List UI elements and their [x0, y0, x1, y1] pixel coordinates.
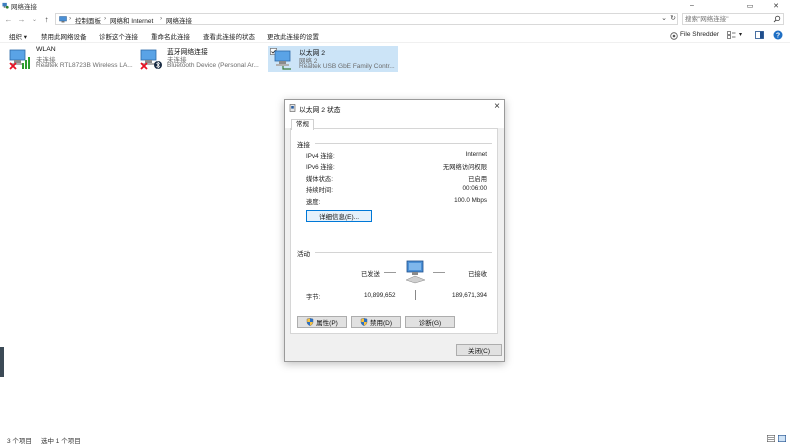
disable-label: 禁用(D) — [369, 320, 393, 327]
speed-value: 100.0 Mbps — [454, 197, 487, 204]
close-window-button[interactable]: ✕ — [762, 0, 790, 11]
breadcrumb-network-internet[interactable]: 网络和 Internet — [110, 15, 153, 25]
view-options-dropdown[interactable]: ▾ — [739, 31, 742, 38]
group-divider — [315, 143, 492, 144]
disable-device-button[interactable]: 禁用此网络设备 — [41, 31, 87, 41]
connection-device: Realtek RTL8723B Wireless LA... — [36, 62, 133, 69]
ipv4-label: IPv4 连接: — [306, 153, 335, 160]
view-status-button[interactable]: 查看此连接的状态 — [203, 31, 255, 41]
large-icons-view-icon[interactable] — [778, 435, 786, 442]
rename-connection-button[interactable]: 重命名此连接 — [151, 31, 190, 41]
shield-icon — [360, 318, 368, 326]
search-icon[interactable] — [773, 15, 781, 23]
file-shredder-button[interactable]: File Shredder — [680, 31, 719, 38]
ethernet-status-dialog: 以太网 2 状态 × 常规 连接 IPv4 连接: Internet IPv6 … — [284, 99, 505, 362]
properties-label: 属性(P) — [316, 320, 338, 327]
bytes-label: 字节: — [306, 294, 321, 301]
bluetooth-adapter-icon — [140, 49, 162, 70]
general-tab-panel: 连接 IPv4 连接: Internet IPv6 连接: 无网络访问权限 媒体… — [290, 128, 498, 334]
window-title: 网络连接 — [11, 4, 37, 11]
ipv4-value: Internet — [465, 151, 487, 158]
received-label: 已接收 — [468, 271, 487, 278]
refresh-icon[interactable]: ↻ — [670, 14, 676, 22]
breadcrumb-network-connections[interactable]: 网络连接 — [166, 15, 192, 25]
network-folder-icon — [2, 2, 9, 9]
title-bar: 网络连接 – ▭ ✕ — [0, 0, 790, 11]
recent-locations-button[interactable]: ⌄ — [29, 13, 40, 25]
wlan-adapter-icon — [9, 49, 30, 70]
details-button[interactable]: 详细信息(E)... — [306, 210, 372, 222]
help-icon[interactable]: ? — [773, 30, 783, 40]
breadcrumb-separator: › — [69, 15, 72, 22]
change-settings-button[interactable]: 更改此连接的设置 — [267, 31, 319, 41]
ipv6-value: 无网络访问权限 — [442, 164, 487, 171]
dialog-close-icon[interactable]: × — [494, 101, 500, 112]
sent-line — [384, 272, 396, 273]
selected-count: 选中 1 个项目 — [41, 438, 81, 445]
connection-item-wlan[interactable]: WLAN 未连接 Realtek RTL8723B Wireless LA... — [6, 46, 133, 72]
speed-label: 速度: — [306, 199, 321, 206]
ipv6-label: IPv6 连接: — [306, 164, 335, 171]
bytes-sent-value: 10,899,652 — [364, 292, 396, 299]
background-window-edge — [0, 347, 4, 377]
connection-item-ethernet-2[interactable]: 以太网 2 网络 2 Realtek USB GbE Family Contr.… — [268, 46, 398, 72]
organize-menu[interactable]: 组织 ▾ — [9, 31, 27, 41]
diagnose-connection-button[interactable]: 诊断这个连接 — [99, 31, 138, 41]
view-options-icon[interactable] — [727, 31, 736, 39]
search-box[interactable] — [682, 13, 784, 25]
properties-button[interactable]: 属性(P) — [297, 316, 347, 328]
explorer-window: 网络连接 – ▭ ✕ ← → ⌄ ↑ › 控制面板 › 网络和 Internet… — [0, 0, 790, 445]
control-panel-icon — [59, 16, 67, 23]
svg-text:?: ? — [776, 33, 780, 40]
media-state-label: 媒体状态: — [306, 176, 333, 183]
connection-device: Realtek USB GbE Family Contr... — [299, 63, 395, 70]
maximize-button[interactable]: ▭ — [736, 0, 764, 11]
dialog-tab-strip: 常规 — [285, 116, 504, 130]
details-view-icon[interactable] — [767, 435, 775, 442]
sent-label: 已发送 — [361, 271, 380, 278]
received-line — [433, 272, 445, 273]
ethernet-adapter-icon — [274, 50, 291, 70]
status-bar: 3 个项目 选中 1 个项目 — [0, 433, 790, 445]
shield-icon — [306, 318, 314, 326]
breadcrumb-separator: › — [160, 15, 163, 22]
bytes-received-value: 189,671,394 — [451, 292, 487, 299]
address-bar[interactable]: › 控制面板 › 网络和 Internet › 网络连接 ⌄ ↻ — [55, 13, 678, 25]
back-button[interactable]: ← — [3, 13, 14, 25]
connection-group-label: 连接 — [297, 142, 310, 149]
item-count: 3 个项目 — [7, 438, 32, 445]
up-button[interactable]: ↑ — [41, 13, 52, 25]
ethernet-port-icon — [289, 104, 296, 112]
file-shredder-icon — [670, 32, 678, 40]
address-row: ← → ⌄ ↑ › 控制面板 › 网络和 Internet › 网络连接 ⌄ ↻ — [0, 12, 790, 26]
connection-device: Bluetooth Device (Personal Ar... — [167, 62, 259, 69]
duration-label: 持续时间: — [306, 187, 333, 194]
disable-button[interactable]: 禁用(D) — [351, 316, 401, 328]
address-dropdown-icon[interactable]: ⌄ — [661, 14, 667, 22]
group-divider — [315, 252, 492, 253]
connection-item-bluetooth[interactable]: 蓝牙网络连接 未连接 Bluetooth Device (Personal Ar… — [137, 46, 265, 72]
dialog-title: 以太网 2 状态 — [299, 107, 341, 114]
preview-pane-icon[interactable] — [755, 31, 764, 39]
network-activity-icon — [405, 260, 426, 284]
duration-value: 00:06:00 — [462, 185, 487, 192]
diagnose-button[interactable]: 诊断(G) — [405, 316, 455, 328]
dialog-title-bar: 以太网 2 状态 × — [285, 100, 504, 116]
activity-group-label: 活动 — [297, 251, 310, 258]
tab-general[interactable]: 常规 — [291, 119, 314, 130]
forward-button[interactable]: → — [16, 13, 27, 25]
minimize-button[interactable]: – — [678, 0, 706, 11]
close-dialog-button[interactable]: 关闭(C) — [456, 344, 502, 356]
breadcrumb-separator: › — [104, 15, 107, 22]
connection-name: WLAN — [36, 46, 56, 53]
command-bar: 组织 ▾ 禁用此网络设备 诊断这个连接 重命名此连接 查看此连接的状态 更改此连… — [0, 28, 790, 43]
media-state-value: 已启用 — [468, 176, 487, 183]
breadcrumb-control-panel[interactable]: 控制面板 — [75, 15, 101, 25]
bytes-divider — [415, 290, 416, 300]
search-input[interactable] — [685, 15, 773, 24]
